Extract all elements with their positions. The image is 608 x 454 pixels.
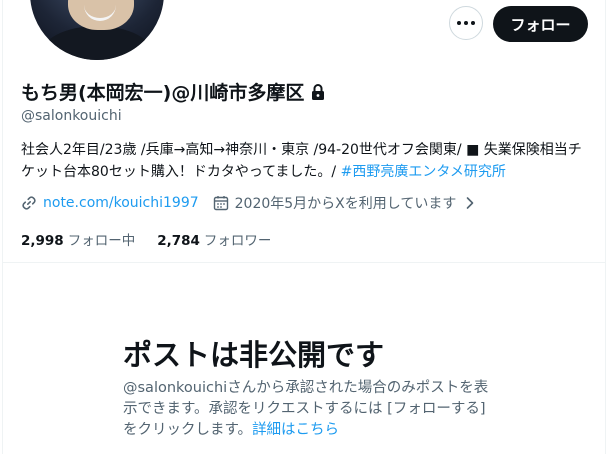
learn-more-link[interactable]: 詳細はこちら xyxy=(252,422,339,438)
followers-label: フォロワー xyxy=(203,233,272,249)
frame-right-border xyxy=(605,0,606,454)
display-name: もち男(本岡宏一)@川崎市多摩区 xyxy=(21,82,305,104)
following-count: 2,998 xyxy=(21,233,64,249)
display-name-row: もち男(本岡宏一)@川崎市多摩区 xyxy=(21,78,326,105)
chevron-right-icon[interactable] xyxy=(462,195,478,211)
link-icon xyxy=(22,196,36,210)
more-button[interactable] xyxy=(449,6,483,40)
followers-count-link[interactable]: 2,784 フォロワー xyxy=(157,229,271,249)
joined-item: 2020年5月からXを利用しています xyxy=(213,193,479,213)
avatar-shirt xyxy=(40,26,154,60)
more-icon-dot xyxy=(464,21,468,25)
lock-icon xyxy=(312,83,325,100)
more-icon xyxy=(457,21,461,25)
profile-meta: note.com/kouichi1997 2020年5月からXを利用しています xyxy=(21,193,478,213)
website-item: note.com/kouichi1997 xyxy=(21,195,199,211)
following-count-link[interactable]: 2,998 フォロー中 xyxy=(21,229,135,249)
private-notice-title: ポストは非公開です xyxy=(123,338,385,372)
section-divider xyxy=(3,262,605,263)
frame-left-border xyxy=(2,0,3,454)
followers-count: 2,784 xyxy=(157,233,200,249)
bio-hashtag-link[interactable]: #西野亮廣エンタメ研究所 xyxy=(341,164,506,180)
calendar-icon xyxy=(213,196,228,211)
follow-button[interactable]: フォロー xyxy=(493,6,588,42)
private-notice-description: @salonkouichiさんから承認された場合のみポストを表示できます。承認を… xyxy=(123,378,493,441)
more-icon-dot xyxy=(471,21,475,25)
avatar[interactable] xyxy=(26,0,168,64)
following-label: フォロー中 xyxy=(67,233,136,249)
joined-date: 2020年5月からXを利用しています xyxy=(234,196,457,212)
website-link[interactable]: note.com/kouichi1997 xyxy=(43,195,199,211)
profile-bio: 社会人2年目/23歳 /兵庫→高知→神奈川・東京 /94-20世代オフ会関東/ … xyxy=(21,139,593,183)
profile-handle: @salonkouichi xyxy=(21,108,122,124)
follow-counts: 2,998 フォロー中 2,784 フォロワー xyxy=(21,229,271,249)
